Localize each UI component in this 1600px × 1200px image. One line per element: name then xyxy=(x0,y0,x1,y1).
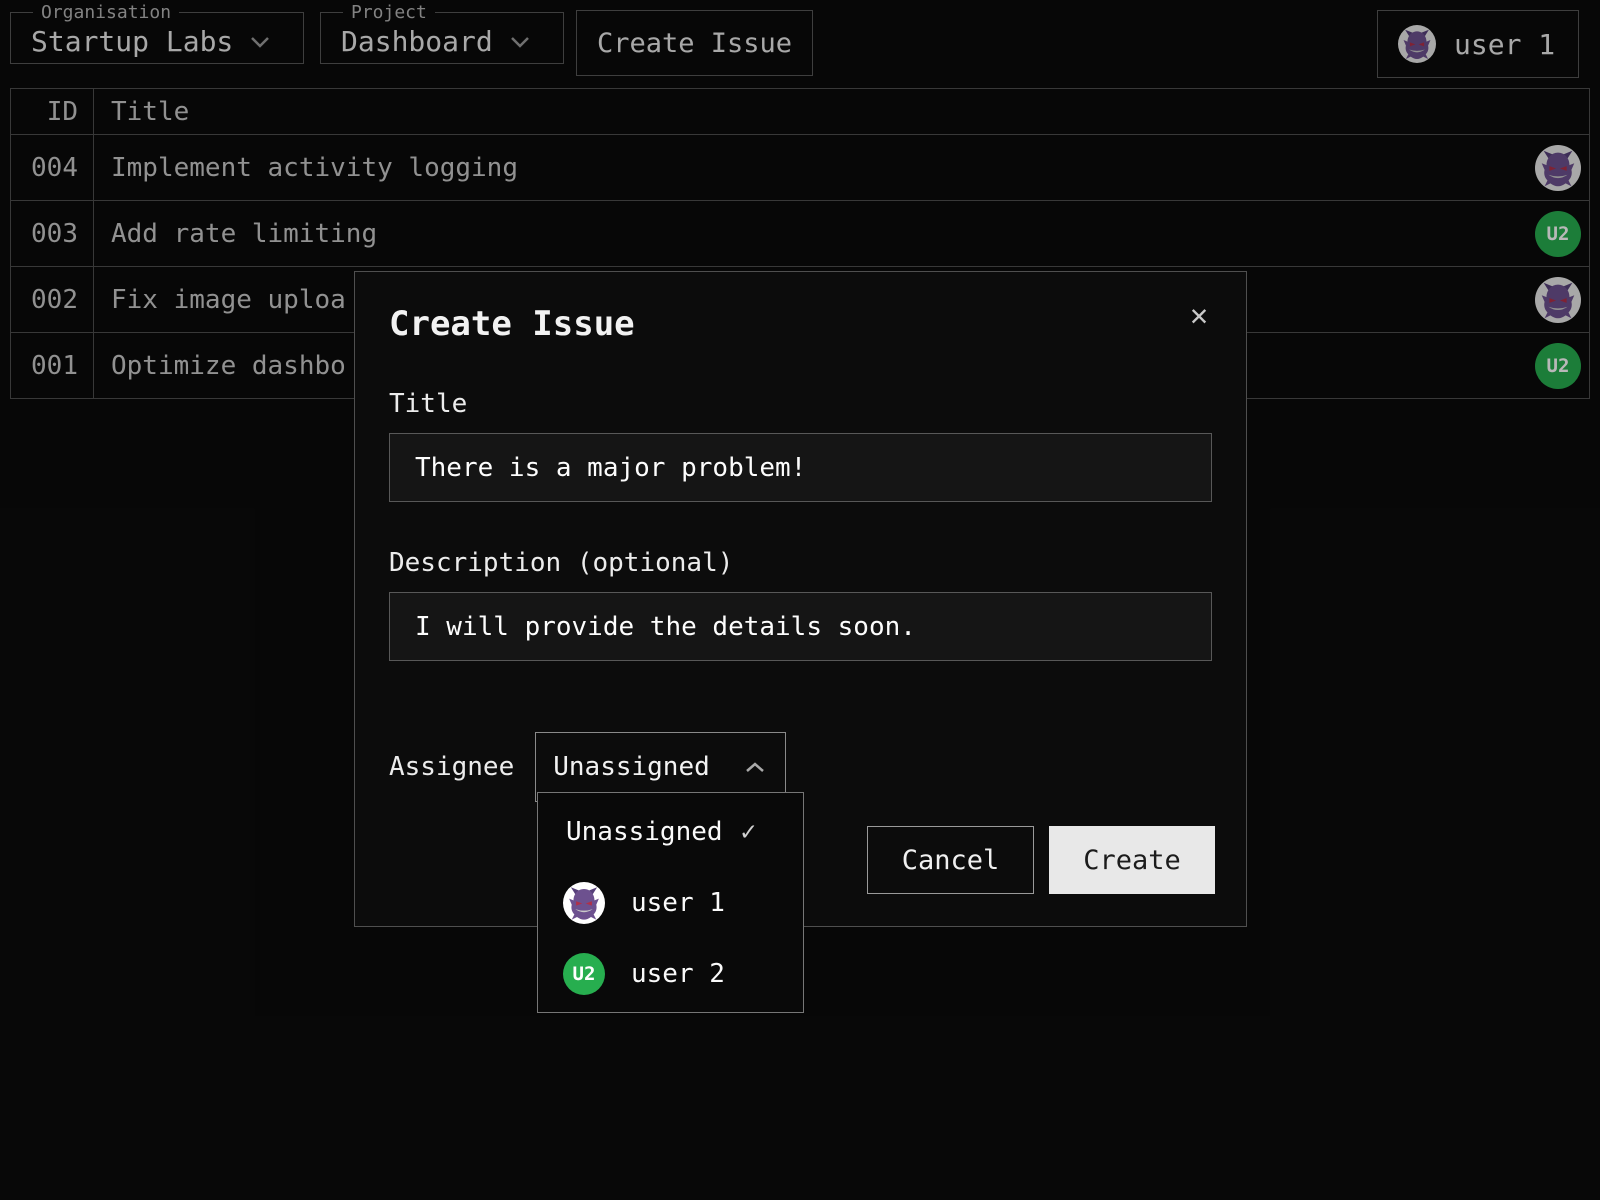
dropdown-item-user2[interactable]: U2 user 2 xyxy=(538,941,803,1006)
close-icon[interactable]: ✕ xyxy=(1184,300,1214,332)
assignee-selected-value: Unassigned xyxy=(553,752,710,782)
dropdown-item-user1[interactable]: user 1 xyxy=(538,870,803,935)
check-icon: ✓ xyxy=(741,817,757,847)
app-root: Organisation Startup Labs Project Dashbo… xyxy=(0,0,1600,1200)
assignee-dropdown-menu: Unassigned ✓ user 1 U2 user 2 xyxy=(537,792,804,1013)
dropdown-item-label: Unassigned xyxy=(566,817,723,847)
dropdown-item-unassigned[interactable]: Unassigned ✓ xyxy=(538,799,803,864)
title-field-label: Title xyxy=(389,389,1212,419)
assignee-field-label: Assignee xyxy=(389,752,514,782)
description-field-label: Description (optional) xyxy=(389,548,1212,578)
dropdown-item-label: user 1 xyxy=(631,888,725,918)
chevron-up-icon xyxy=(743,760,767,775)
description-input[interactable] xyxy=(389,592,1212,661)
create-button[interactable]: Create xyxy=(1049,826,1215,894)
dropdown-item-label: user 2 xyxy=(631,959,725,989)
user2-avatar-badge: U2 xyxy=(563,953,605,995)
cancel-button[interactable]: Cancel xyxy=(867,826,1034,894)
modal-title: Create Issue xyxy=(389,304,1212,344)
user1-monster-avatar-icon xyxy=(563,882,605,924)
title-input[interactable] xyxy=(389,433,1212,502)
